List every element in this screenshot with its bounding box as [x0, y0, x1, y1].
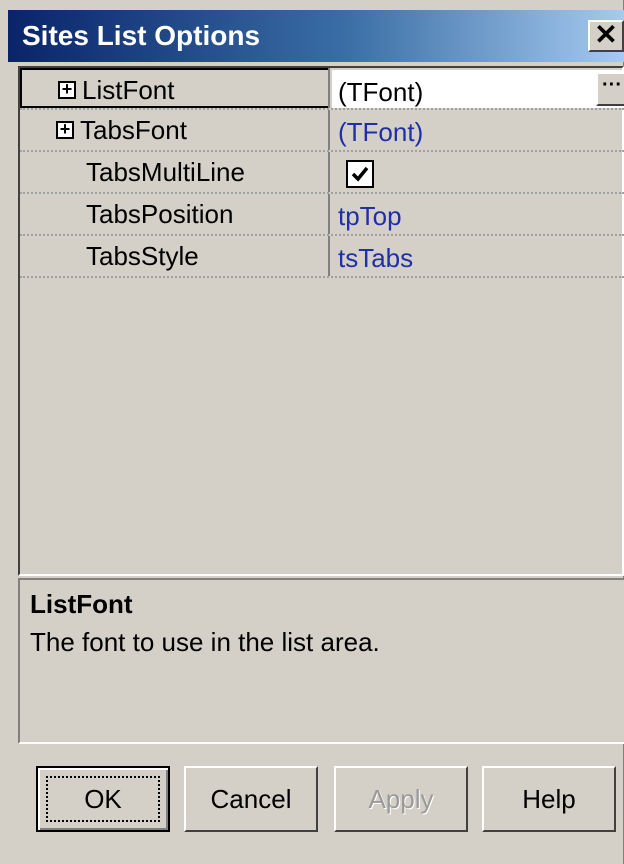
- property-grid: + ListFont (TFont) ··· + TabsFont (TFont…: [18, 66, 624, 576]
- property-value-cell[interactable]: [332, 152, 624, 192]
- property-value: tpTop: [338, 201, 402, 231]
- ok-button[interactable]: OK: [36, 766, 170, 832]
- column-divider[interactable]: [328, 152, 330, 192]
- property-name-cell: + ListFont: [20, 68, 328, 108]
- cancel-button-label: Cancel: [210, 784, 292, 814]
- property-name: TabsPosition: [86, 199, 234, 229]
- column-divider[interactable]: [328, 110, 330, 150]
- checkmark-icon: [351, 166, 369, 182]
- property-row-listfont[interactable]: + ListFont (TFont) ···: [20, 68, 624, 110]
- ok-button-label: OK: [46, 776, 160, 822]
- property-name: TabsStyle: [86, 241, 199, 271]
- title-bar[interactable]: Sites List Options ✕: [8, 10, 624, 62]
- property-name-cell: TabsMultiLine: [20, 152, 328, 192]
- window-title: Sites List Options: [22, 20, 261, 51]
- property-row-tabsstyle[interactable]: TabsStyle tsTabs: [20, 236, 624, 278]
- column-divider[interactable]: [328, 194, 330, 234]
- property-name: TabsFont: [80, 115, 187, 145]
- property-row-tabsposition[interactable]: TabsPosition tpTop: [20, 194, 624, 236]
- dialog-window: Sites List Options ✕ + ListFont (TFont) …: [0, 0, 624, 864]
- property-value: (TFont): [338, 77, 424, 107]
- ellipsis-button[interactable]: ···: [596, 72, 624, 106]
- tabsmultiline-checkbox[interactable]: [346, 160, 374, 188]
- description-text: The font to use in the list area.: [30, 627, 380, 657]
- property-name-cell: TabsStyle: [20, 236, 328, 276]
- property-value-cell[interactable]: (TFont) ···: [332, 68, 624, 108]
- expand-plus-icon[interactable]: +: [58, 80, 76, 99]
- property-name: TabsMultiLine: [86, 157, 245, 187]
- property-value-cell[interactable]: tsTabs: [332, 236, 624, 276]
- property-value: (TFont): [338, 117, 424, 147]
- column-divider[interactable]: [328, 68, 330, 108]
- ellipsis-icon: ···: [602, 74, 622, 96]
- apply-button-label: Apply: [368, 784, 434, 814]
- close-icon: ✕: [594, 19, 618, 50]
- property-value-cell[interactable]: (TFont): [332, 110, 624, 150]
- expand-plus-icon[interactable]: +: [56, 120, 74, 139]
- property-value-cell[interactable]: tpTop: [332, 194, 624, 234]
- property-name: ListFont: [82, 75, 175, 105]
- apply-button[interactable]: Apply: [334, 766, 468, 832]
- description-panel: ListFont The font to use in the list are…: [18, 578, 624, 744]
- help-button-label: Help: [522, 784, 576, 814]
- property-row-tabsmultiline[interactable]: TabsMultiLine: [20, 152, 624, 194]
- property-value-editor[interactable]: (TFont) ···: [332, 70, 624, 108]
- property-row-tabsfont[interactable]: + TabsFont (TFont): [20, 110, 624, 152]
- property-name-cell: + TabsFont: [20, 110, 328, 150]
- column-divider[interactable]: [328, 236, 330, 276]
- property-name-cell: TabsPosition: [20, 194, 328, 234]
- close-button[interactable]: ✕: [588, 20, 624, 52]
- description-title: ListFont: [30, 589, 133, 619]
- cancel-button[interactable]: Cancel: [184, 766, 318, 832]
- property-value: tsTabs: [338, 243, 414, 273]
- help-button[interactable]: Help: [482, 766, 616, 832]
